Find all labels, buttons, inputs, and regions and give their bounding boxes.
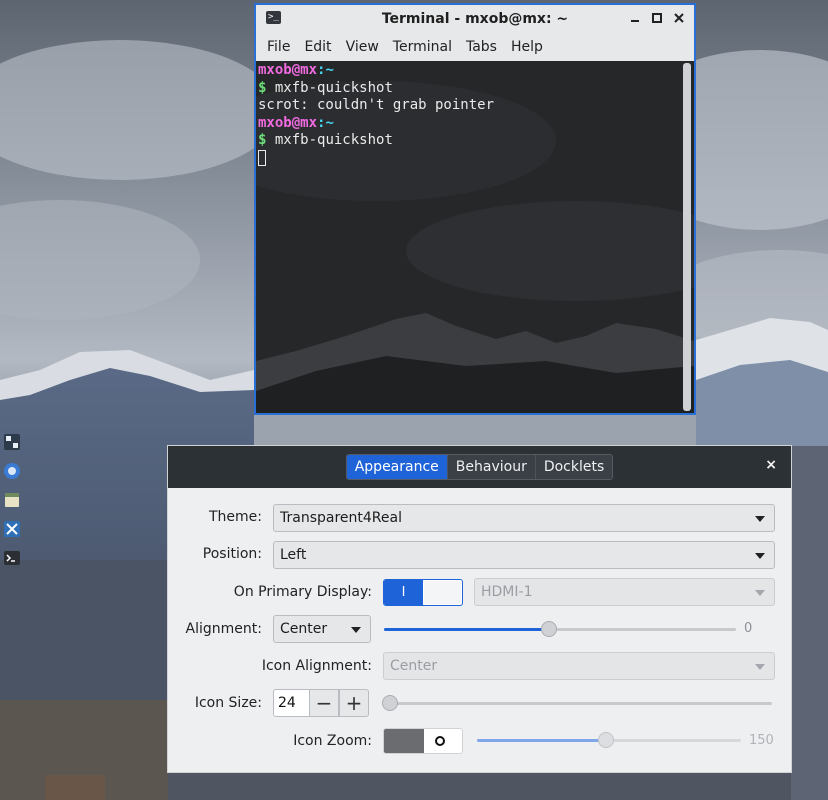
menu-tabs[interactable]: Tabs	[459, 39, 504, 55]
settings-header: Appearance Behaviour Docklets ×	[168, 446, 791, 488]
position-combo[interactable]: Left	[273, 541, 775, 569]
offset-slider-fill	[384, 628, 550, 631]
icon-size-label: Icon Size:	[194, 695, 262, 711]
offset-value: 0	[744, 621, 753, 636]
terminal-app-icon: >_	[266, 11, 281, 24]
output-line: scrot: couldn't grab pointer	[258, 97, 495, 113]
icon-zoom-slider-fill	[477, 739, 607, 742]
primary-display-switch[interactable]: I	[383, 579, 463, 606]
file-manager-icon[interactable]	[2, 490, 22, 510]
menu-view[interactable]: View	[339, 39, 386, 55]
theme-label: Theme:	[208, 509, 262, 525]
icon-alignment-label: Icon Alignment:	[261, 658, 372, 674]
text-cursor	[258, 149, 266, 166]
icon-size-slider-track[interactable]	[384, 702, 772, 705]
prompt-at: @	[291, 62, 301, 78]
prompt-user: mxob	[258, 114, 292, 131]
alignment-value: Center	[280, 621, 328, 637]
theme-value: Transparent4Real	[280, 510, 402, 526]
mx-logo-icon[interactable]	[2, 432, 22, 452]
icon-size-decrease-button[interactable]: −	[309, 689, 339, 717]
terminal-titlebar[interactable]: >_ Terminal - mxob@mx: ~	[256, 5, 694, 32]
settings-close-button[interactable]: ×	[765, 457, 777, 473]
cursor-line	[258, 149, 680, 169]
icon-zoom-label: Icon Zoom:	[293, 733, 372, 749]
menu-edit[interactable]: Edit	[297, 39, 338, 55]
icon-size-slider-knob[interactable]	[382, 695, 398, 711]
position-value: Left	[280, 547, 307, 563]
position-label: Position:	[202, 546, 262, 562]
tab-behaviour[interactable]: Behaviour	[446, 455, 535, 479]
display-combo: HDMI-1	[474, 578, 775, 606]
tab-docklets[interactable]: Docklets	[534, 455, 613, 479]
prompt-line: mxob@mx:~	[258, 62, 680, 80]
prompt-line: mxob@mx:~	[258, 115, 680, 133]
command-line: $ mxfb-quickshot	[258, 80, 680, 98]
command-text: mxfb-quickshot	[266, 132, 393, 148]
icon-zoom-switch[interactable]	[383, 728, 463, 754]
chevron-down-icon	[755, 553, 765, 559]
maximize-icon[interactable]	[648, 8, 666, 28]
window-title: Terminal - mxob@mx: ~	[381, 10, 569, 27]
icon-size-input[interactable]: 24	[273, 689, 310, 717]
menu-terminal[interactable]: Terminal	[386, 39, 459, 55]
icon-alignment-value: Center	[390, 658, 438, 674]
command-line: $ mxfb-quickshot	[258, 132, 680, 150]
prompt-user: mxob	[258, 62, 292, 78]
switch-knob	[424, 581, 461, 604]
terminal-icon[interactable]	[2, 548, 22, 568]
prompt-host: mx	[300, 62, 318, 78]
icon-alignment-combo: Center	[383, 652, 775, 680]
prompt-path: :~	[317, 114, 334, 131]
chevron-down-icon	[755, 664, 765, 670]
icon-size-increase-button[interactable]: +	[339, 689, 369, 717]
browser-icon[interactable]	[2, 461, 22, 481]
menu-help[interactable]: Help	[504, 39, 550, 55]
terminal-menubar: File Edit View Terminal Tabs Help	[256, 32, 694, 62]
chevron-down-icon	[351, 627, 361, 633]
terminal-text: mxob@mx:~ $ mxfb-quickshot scrot: couldn't…	[258, 62, 680, 168]
switch-off-indicator	[435, 736, 445, 746]
display-value: HDMI-1	[481, 584, 533, 600]
terminal-output-area[interactable]: mxob@mx:~ $ mxfb-quickshot scrot: couldn't…	[256, 61, 694, 413]
dock-settings-panel	[168, 446, 791, 772]
switch-on-indicator: I	[384, 580, 423, 605]
minimize-icon[interactable]	[626, 8, 644, 28]
alignment-label: Alignment:	[185, 621, 262, 637]
icon-zoom-value: 150	[749, 733, 774, 748]
tab-appearance[interactable]: Appearance	[346, 455, 447, 479]
mx-tools-icon[interactable]	[2, 519, 22, 539]
primary-display-label: On Primary Display:	[233, 584, 372, 600]
alignment-combo[interactable]: Center	[273, 615, 371, 643]
settings-tabs: Appearance Behaviour Docklets	[345, 454, 614, 480]
switch-knob	[384, 729, 424, 753]
prompt-host: mx	[300, 114, 318, 131]
prompt-at: @	[291, 114, 301, 131]
menu-file[interactable]: File	[260, 39, 297, 55]
prompt-path: :~	[317, 62, 334, 78]
terminal-window: >_ Terminal - mxob@mx: ~ File Edit View …	[254, 3, 696, 415]
close-icon[interactable]	[670, 8, 688, 28]
chevron-down-icon	[755, 516, 765, 522]
theme-combo[interactable]: Transparent4Real	[273, 504, 775, 532]
chevron-down-icon	[755, 590, 765, 596]
command-text: mxfb-quickshot	[266, 79, 393, 96]
terminal-scrollbar[interactable]	[683, 63, 691, 411]
